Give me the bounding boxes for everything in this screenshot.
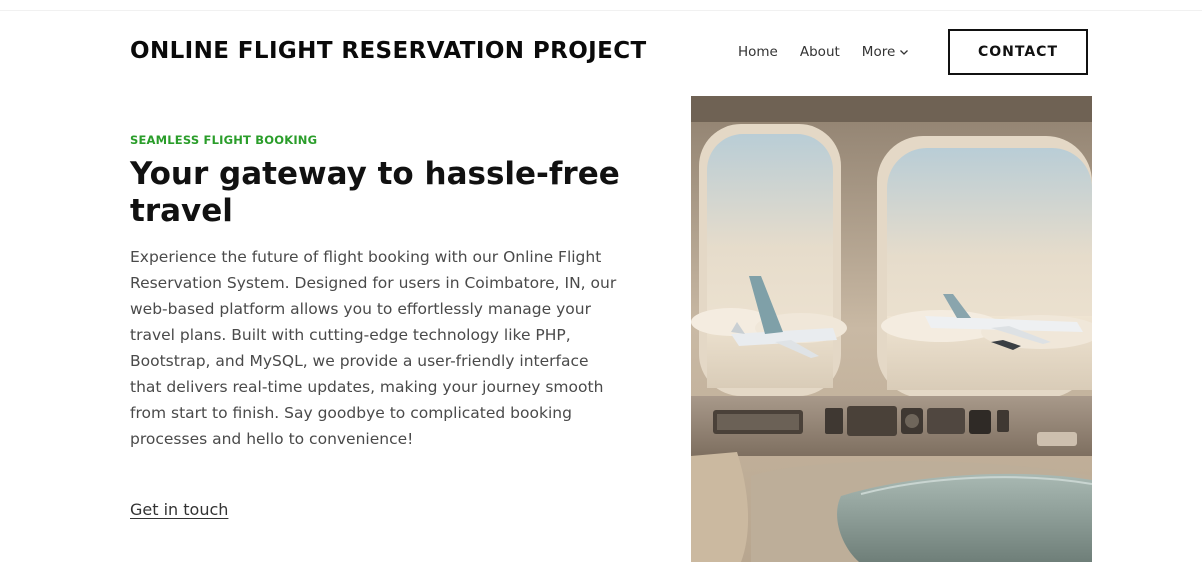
chevron-down-icon [900,50,909,55]
get-in-touch-link[interactable]: Get in touch [130,500,228,519]
site-header: ONLINE FLIGHT RESERVATION PROJECT Home A… [0,0,1202,90]
nav-more-dropdown[interactable]: More [862,44,909,60]
contact-button[interactable]: CONTACT [948,29,1088,75]
nav-more-label: More [861,44,896,60]
hero-description: Experience the future of flight booking … [130,248,617,448]
airplane-cabin-illustration [691,96,1092,562]
hero-image [691,96,1092,562]
hero-eyebrow: SEAMLESS FLIGHT BOOKING [130,133,318,147]
nav-about-link[interactable]: About [800,44,840,60]
page: ONLINE FLIGHT RESERVATION PROJECT Home A… [0,0,1202,562]
site-title[interactable]: ONLINE FLIGHT RESERVATION PROJECT [130,38,647,64]
main-nav: Home About More [738,44,909,60]
hero-headline: Your gateway to hassle-free travel [130,156,620,229]
nav-home-link[interactable]: Home [738,44,778,60]
